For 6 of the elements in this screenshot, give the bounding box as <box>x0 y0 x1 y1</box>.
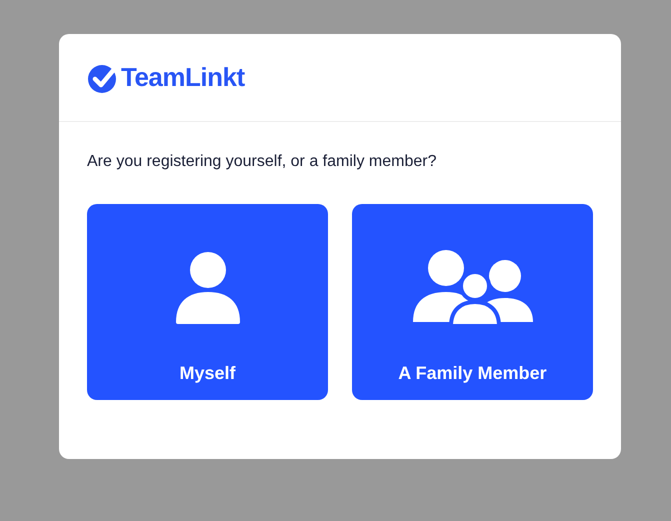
option-button[interactable]: Myself <box>87 204 328 400</box>
option-button[interactable]: A Family Member <box>352 204 593 400</box>
person-icon <box>174 252 240 326</box>
logo-text: TeamLinkt <box>121 61 245 94</box>
question-text: Are you registering yourself, or a family member? <box>87 152 438 172</box>
family-icon <box>412 250 532 326</box>
